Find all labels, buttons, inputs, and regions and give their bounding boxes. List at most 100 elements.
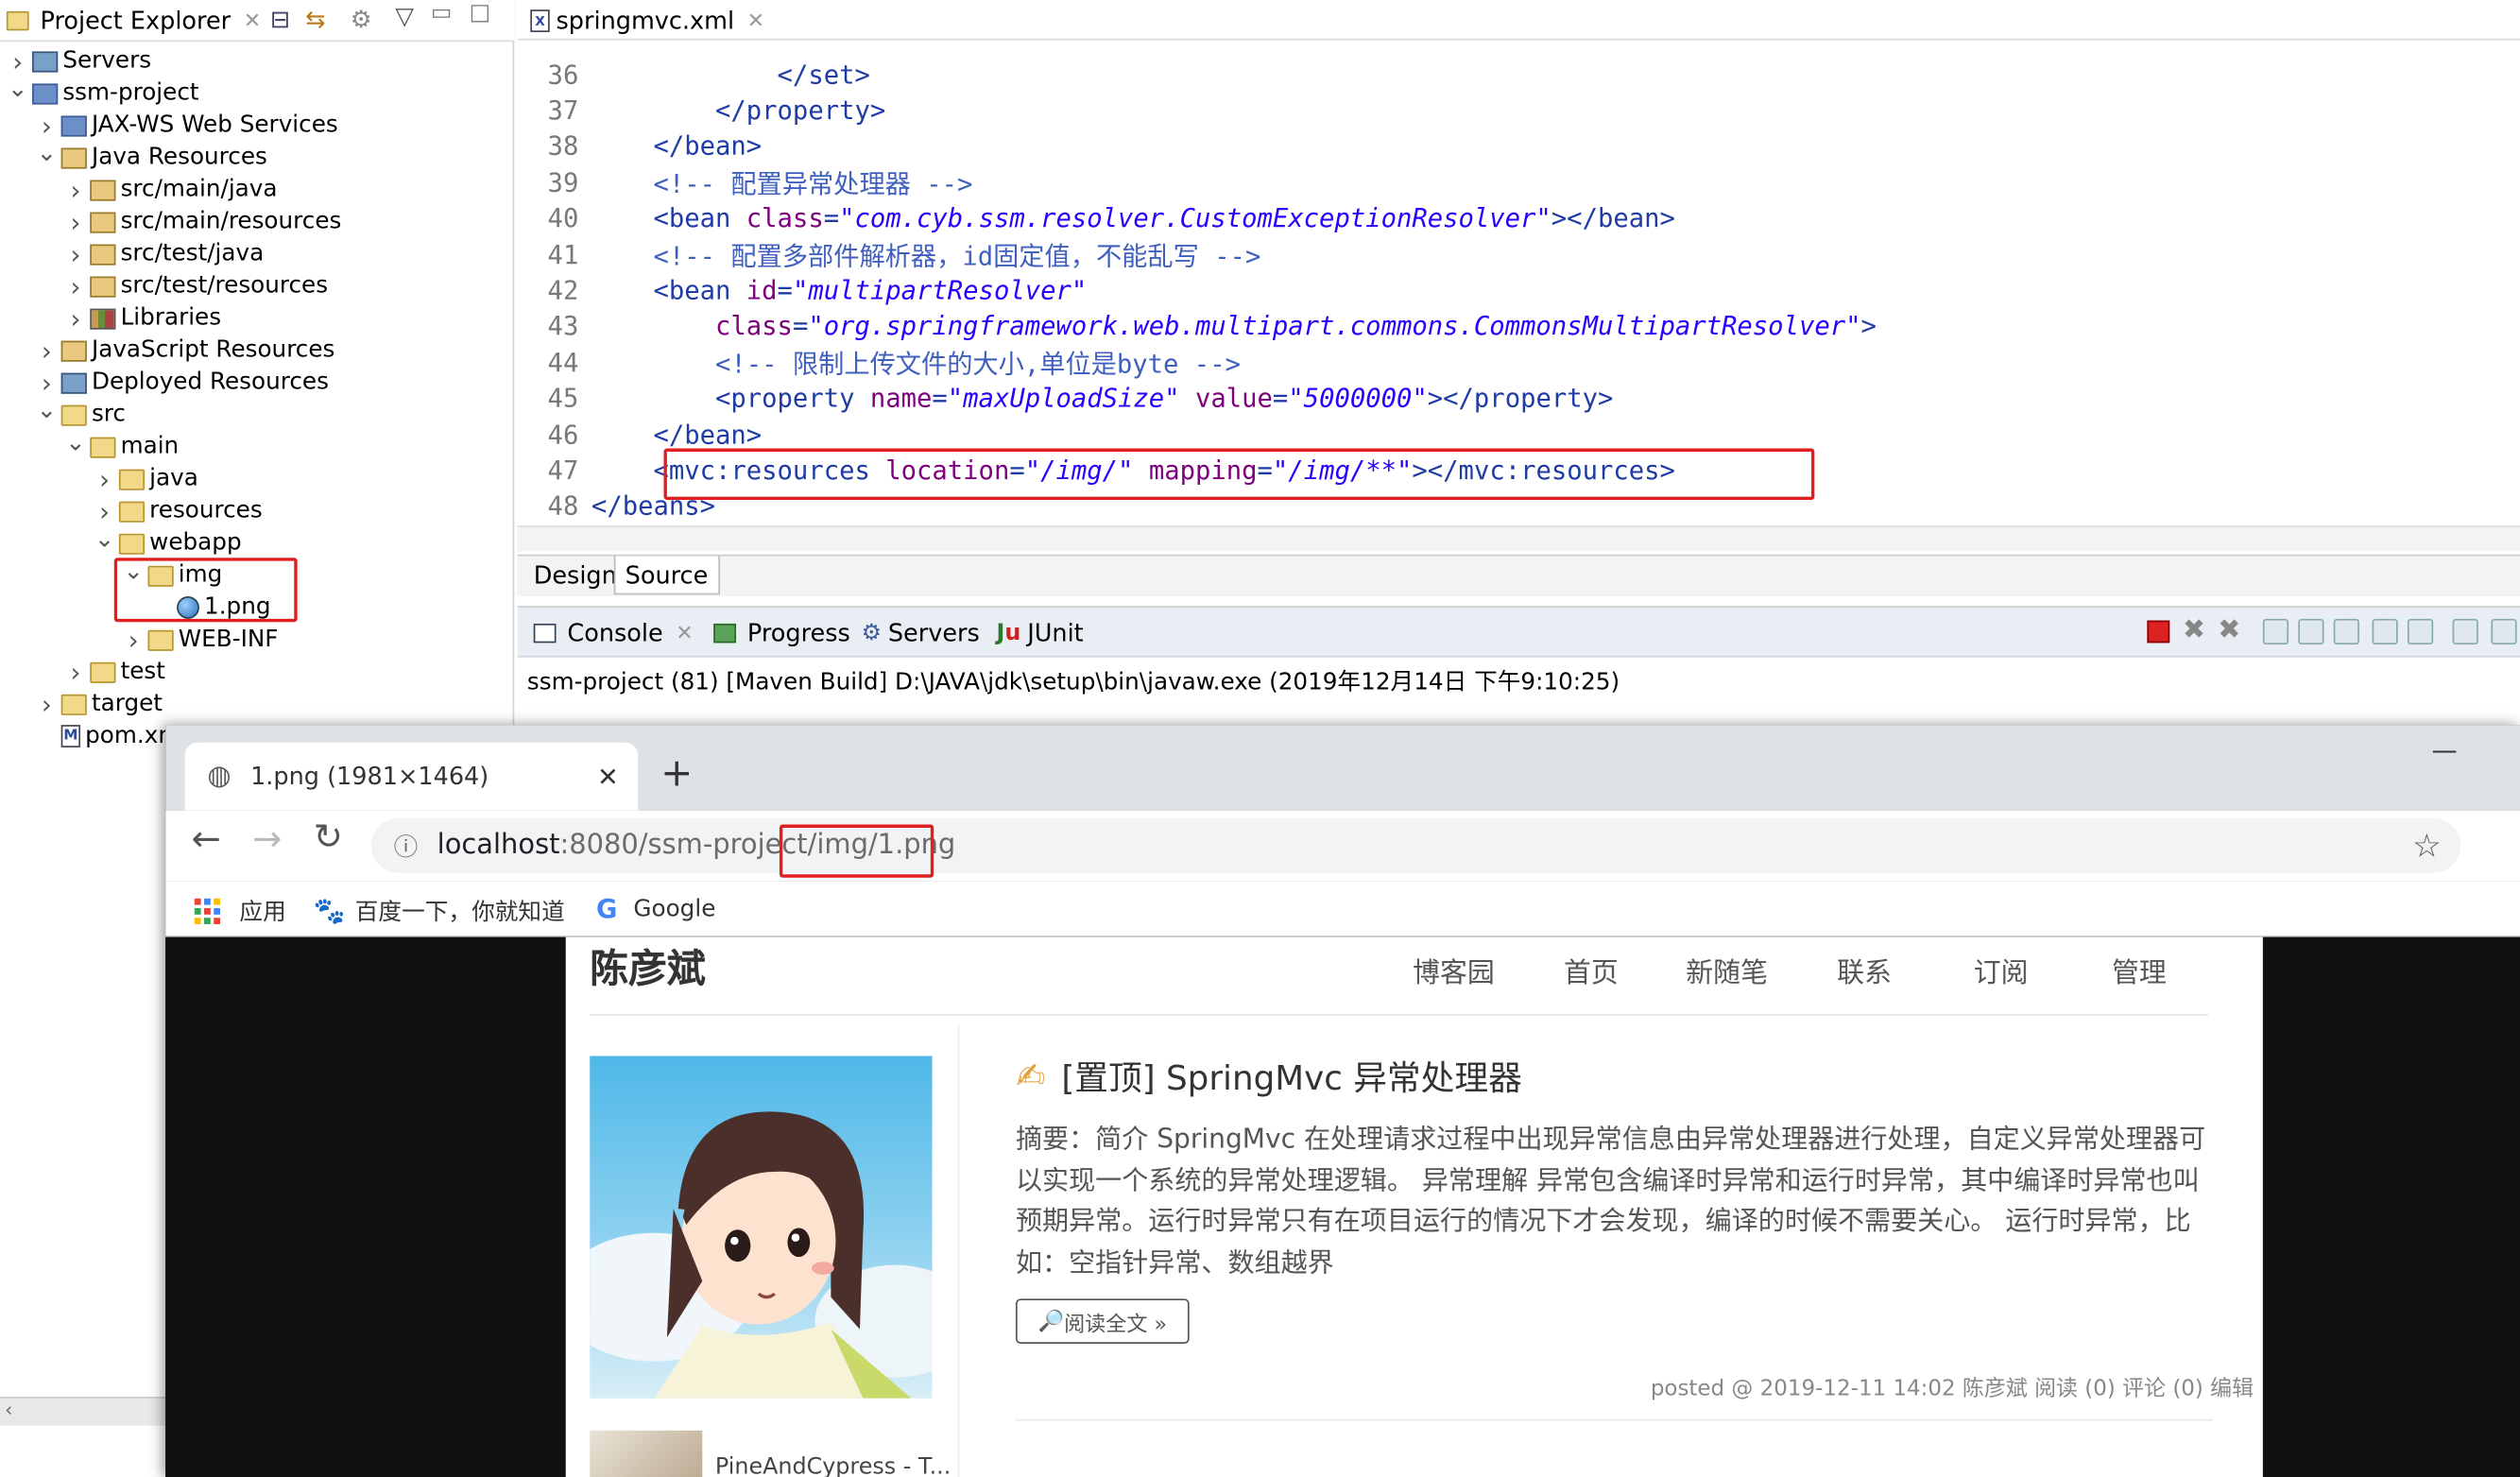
collapse-all-icon[interactable]: ⊟ — [270, 5, 290, 34]
expand-arrow-icon[interactable]: › — [64, 657, 87, 687]
editor-horizontal-scrollbar[interactable] — [517, 525, 2520, 552]
tree-item[interactable]: › Libraries — [64, 302, 221, 335]
tree-item[interactable]: › JAX-WS Web Services — [35, 110, 338, 142]
nav-cnblogs[interactable]: 博客园 — [1413, 950, 1495, 990]
tab-junit[interactable]: Ju JUnit — [997, 617, 1084, 649]
minimize-icon[interactable]: ▭ — [431, 0, 453, 26]
nav-contact[interactable]: 联系 — [1837, 950, 1892, 990]
link-with-editor-icon[interactable]: ⇆ — [305, 5, 325, 34]
editor-tab-springmvc[interactable]: X springmvc.xml ✕ — [530, 3, 764, 38]
expand-arrow-icon[interactable]: › — [94, 464, 116, 494]
display-console-icon[interactable] — [2491, 618, 2517, 645]
remove-launch-icon[interactable]: ✖ — [2183, 614, 2205, 646]
code-line[interactable]: 37 </property> — [518, 93, 886, 128]
expand-arrow-icon[interactable]: › — [35, 368, 58, 398]
tree-item[interactable]: ⌄ ssm-project — [7, 74, 199, 110]
nav-manage[interactable]: 管理 — [2112, 950, 2167, 990]
code-line[interactable]: 40 <bean class = "com.cyb.ssm.resolver.Cus… — [518, 200, 1675, 235]
close-icon[interactable]: ✕ — [747, 9, 765, 33]
code-line[interactable]: 44 <!-- 限制上传文件的大小,单位是byte --> — [518, 344, 1241, 380]
tree-item[interactable]: › src/main/java — [64, 174, 277, 206]
filters-icon[interactable]: ⚙ — [351, 5, 372, 34]
expand-arrow-icon[interactable]: ⌄ — [35, 138, 58, 167]
back-icon[interactable]: ← — [191, 819, 220, 860]
code-line[interactable]: 41 <!-- 配置多部件解析器，id固定值，不能乱写 --> — [518, 236, 1261, 272]
close-icon[interactable]: ✕ — [244, 9, 262, 33]
scroll-left-icon[interactable]: ‹ — [5, 1399, 12, 1421]
post-title[interactable]: [置顶] SpringMvc 异常处理器 — [1061, 1053, 1521, 1101]
bookmark-google[interactable]: G Google — [596, 894, 715, 924]
expand-arrow-icon[interactable]: › — [35, 689, 58, 719]
bookmark-apps[interactable]: 应用 — [194, 894, 286, 928]
code-line[interactable]: 38 </bean> — [518, 129, 763, 163]
tree-item[interactable]: › resources — [94, 495, 263, 527]
tree-item[interactable]: ⌄ webapp — [94, 524, 242, 559]
site-title[interactable]: 陈彦斌 — [590, 937, 705, 994]
expand-arrow-icon[interactable]: › — [64, 271, 87, 301]
nav-new-post[interactable]: 新随笔 — [1686, 950, 1768, 990]
tree-item[interactable]: Mpom.xml — [35, 720, 187, 752]
nav-subscribe[interactable]: 订阅 — [1974, 950, 2029, 990]
tree-item[interactable]: ⌄ Java Resources — [35, 138, 267, 174]
maximize-icon[interactable]: □ — [470, 0, 491, 26]
tree-item[interactable]: › src/test/resources — [64, 270, 328, 302]
tab-design[interactable]: Design — [523, 556, 627, 595]
terminate-icon[interactable] — [2147, 620, 2170, 644]
code-line[interactable]: 45 <property name = "maxUploadSize" value =… — [518, 380, 1614, 415]
browser-tab[interactable]: ◍ 1.png (1981×1464) ✕ — [184, 742, 639, 811]
bookmark-baidu[interactable]: 🐾 百度一下，你就知道 — [314, 894, 565, 928]
show-on-error-icon[interactable] — [2407, 618, 2434, 645]
nav-home[interactable]: 首页 — [1564, 950, 1619, 990]
remove-all-launches-icon[interactable]: ✖ — [2218, 614, 2240, 646]
tree-item[interactable]: › java — [94, 463, 198, 495]
bookmark-star-icon[interactable]: ☆ — [2412, 826, 2442, 865]
tree-item[interactable]: › src/test/java — [64, 238, 264, 270]
clear-console-icon[interactable] — [2262, 618, 2289, 645]
code-line[interactable]: 36 </set> — [518, 57, 870, 92]
expand-arrow-icon[interactable]: › — [122, 625, 145, 655]
expand-arrow-icon[interactable]: ⌄ — [64, 427, 87, 456]
close-tab-icon[interactable]: ✕ — [597, 761, 619, 791]
expand-arrow-icon[interactable]: ⌄ — [7, 74, 29, 103]
expand-arrow-icon[interactable]: › — [35, 111, 58, 141]
code-line[interactable]: 39 <!-- 配置异常处理器 --> — [518, 164, 973, 199]
code-line[interactable]: 43 class = "org.springframework.web.multip… — [518, 308, 1877, 343]
expand-arrow-icon[interactable]: › — [35, 335, 58, 366]
tree-item[interactable]: › test — [64, 656, 164, 688]
reload-icon[interactable]: ↻ — [314, 818, 343, 859]
expand-arrow-icon[interactable]: › — [64, 303, 87, 334]
show-on-output-icon[interactable] — [2372, 618, 2398, 645]
pin-console-icon[interactable] — [2452, 618, 2478, 645]
horizontal-scrollbar[interactable]: ‹ — [0, 1397, 166, 1426]
address-bar[interactable]: ⓘ localhost:8080/ssm-project/img/1.png ☆ — [370, 817, 2461, 873]
tree-item[interactable]: › JavaScript Resources — [35, 335, 334, 367]
expand-arrow-icon[interactable]: › — [64, 207, 87, 237]
tab-source[interactable]: Source — [613, 556, 720, 595]
forward-icon[interactable]: → — [252, 819, 282, 860]
scroll-lock-icon[interactable] — [2298, 618, 2324, 645]
close-icon[interactable]: ✕ — [676, 621, 694, 645]
sidebar-link[interactable]: PineAndCypress - T... — [715, 1454, 951, 1477]
view-menu-icon[interactable]: ▽ — [395, 2, 414, 31]
project-explorer-tab[interactable]: Project Explorer ✕ — [3, 3, 261, 38]
expand-arrow-icon[interactable]: ⌄ — [94, 524, 116, 553]
expand-arrow-icon[interactable]: ⌄ — [35, 395, 58, 424]
code-line[interactable]: 46 </bean> — [518, 417, 763, 452]
tree-item[interactable]: ⌄ src — [35, 395, 126, 431]
tree-item[interactable]: › src/main/resources — [64, 206, 341, 238]
expand-arrow-icon[interactable]: › — [94, 496, 116, 526]
tree-item[interactable]: › Servers — [7, 45, 151, 77]
tab-console[interactable]: Console ✕ — [530, 617, 694, 649]
expand-arrow-icon[interactable]: › — [7, 45, 29, 76]
tab-servers[interactable]: ⚙ Servers — [862, 617, 980, 649]
new-tab-icon[interactable]: + — [660, 750, 693, 796]
word-wrap-icon[interactable] — [2333, 618, 2359, 645]
tab-progress[interactable]: Progress — [711, 617, 850, 649]
post-title-row[interactable]: ✍ [置顶] SpringMvc 异常处理器 — [1016, 1053, 1522, 1101]
expand-arrow-icon[interactable]: › — [64, 175, 87, 205]
tree-item[interactable]: › WEB-INF — [122, 624, 279, 656]
tree-item[interactable]: ⌄ main — [64, 427, 179, 463]
tree-item[interactable]: › target — [35, 688, 163, 720]
minimize-window-icon[interactable]: — — [2431, 734, 2457, 764]
expand-arrow-icon[interactable]: › — [64, 239, 87, 269]
